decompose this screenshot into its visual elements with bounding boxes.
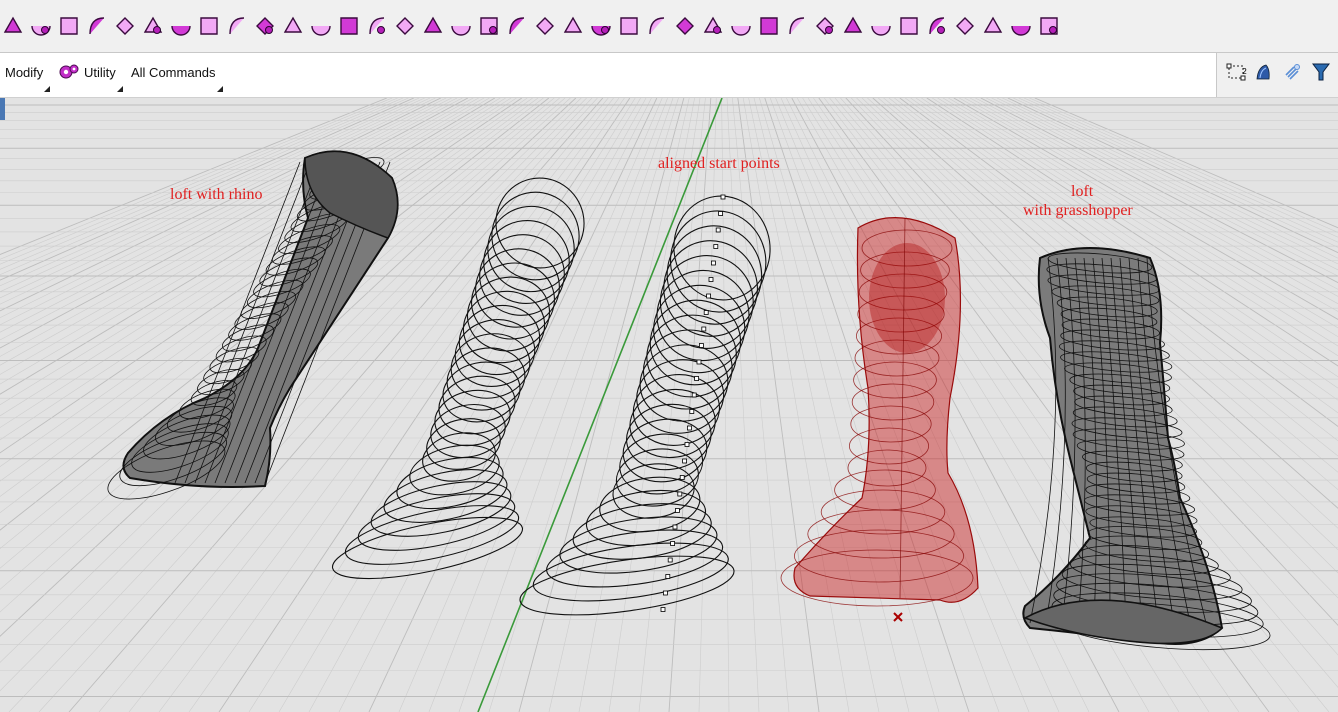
curve-network-icon[interactable] (644, 12, 670, 40)
network-icon[interactable] (504, 12, 530, 40)
tab-modify-caret-icon (44, 86, 51, 92)
label-aligned-start-points: aligned start points (658, 155, 780, 172)
scatter-icon[interactable] (700, 12, 726, 40)
box-icon[interactable] (196, 12, 222, 40)
fillet-icon[interactable] (84, 12, 110, 40)
sweep-icon[interactable] (476, 12, 502, 40)
target-icon[interactable] (784, 12, 810, 40)
start-point-marker[interactable] (689, 409, 695, 414)
plane-icon[interactable] (756, 12, 782, 40)
label-loft-line2: with grasshopper (1023, 202, 1133, 219)
start-point-marker[interactable] (706, 293, 711, 299)
move-icon[interactable] (252, 12, 278, 40)
svg-text:2: 2 (1242, 67, 1247, 76)
start-point-marker[interactable] (703, 310, 709, 315)
split-icon[interactable] (140, 12, 166, 40)
start-point-marker[interactable] (670, 541, 675, 546)
tab-modify-label: Modify (5, 64, 44, 80)
pentagon-icon[interactable] (840, 12, 866, 40)
start-point-marker[interactable] (699, 343, 704, 348)
start-point-marker[interactable] (720, 194, 726, 200)
start-point-marker[interactable] (663, 590, 668, 596)
history-icon[interactable] (1251, 61, 1275, 83)
funnel-icon[interactable] (1309, 61, 1333, 83)
tab-all-commands-label: All Commands (131, 64, 216, 80)
rebuild-surface-icon[interactable] (924, 12, 950, 40)
cross-marker-icon (893, 612, 903, 622)
start-point-marker[interactable] (715, 227, 721, 233)
mirror-icon[interactable] (588, 12, 614, 40)
start-point-marker[interactable] (675, 508, 680, 513)
selection-frame-icon[interactable]: 2 (1225, 61, 1249, 83)
tab-utility[interactable]: Utility (58, 61, 123, 92)
viewport-corner-marker (0, 98, 5, 120)
twist-icon[interactable] (728, 12, 754, 40)
start-point-marker[interactable] (682, 458, 687, 464)
start-point-marker[interactable] (667, 557, 673, 563)
loft-grasshopper-surface[interactable] (1022, 247, 1272, 657)
start-point-marker[interactable] (677, 491, 683, 497)
start-point-marker[interactable] (687, 425, 692, 431)
grid-points-icon[interactable] (616, 12, 642, 40)
start-point-marker[interactable] (679, 475, 685, 480)
dark-box-icon[interactable] (1008, 12, 1034, 40)
flow-icon[interactable] (560, 12, 586, 40)
aligned-section-curves[interactable] (517, 190, 777, 626)
light-icon[interactable] (1281, 61, 1305, 83)
start-point-marker[interactable] (713, 244, 719, 249)
morph-icon[interactable] (896, 12, 922, 40)
tab-utility-label: Utility (84, 64, 116, 80)
grid-icon[interactable] (224, 12, 250, 40)
start-point-marker[interactable] (708, 277, 714, 282)
top-toolbar (0, 0, 1338, 53)
label-loft-line1: loft (1071, 183, 1094, 200)
tab-all-commands-caret-icon (216, 86, 223, 92)
checkbox-icon[interactable] (364, 12, 390, 40)
rebuild-icon[interactable] (28, 12, 54, 40)
cage-icon[interactable] (336, 12, 362, 40)
extend-icon[interactable] (56, 12, 82, 40)
start-point-marker[interactable] (718, 211, 723, 216)
tab-utility-caret-icon (116, 86, 123, 92)
loft-icon[interactable] (0, 12, 26, 40)
gear-icon (58, 62, 80, 82)
tab-modify[interactable]: Modify (5, 61, 51, 92)
start-point-marker[interactable] (672, 524, 678, 530)
cube-icon[interactable] (420, 12, 446, 40)
pink-solid-icon[interactable] (280, 12, 306, 40)
fold-icon[interactable] (672, 12, 698, 40)
scissors-icon[interactable] (980, 12, 1006, 40)
menu-bar: Modify Utility All Commands (0, 53, 1338, 98)
label-loft-with-rhino: loft with rhino (170, 186, 263, 203)
stretch-icon[interactable] (868, 12, 894, 40)
start-point-marker[interactable] (691, 392, 697, 398)
patch-icon[interactable] (952, 12, 978, 40)
cross-mesh-icon[interactable] (448, 12, 474, 40)
rotate-icon[interactable] (308, 12, 334, 40)
mesh-icon[interactable] (392, 12, 418, 40)
arc-icon[interactable] (112, 12, 138, 40)
start-point-marker[interactable] (665, 574, 671, 579)
start-point-marker[interactable] (684, 442, 690, 447)
start-point-marker[interactable] (696, 359, 702, 365)
start-point-marker[interactable] (701, 326, 707, 332)
perspective-viewport[interactable]: loft with rhino aligned start points lof… (0, 98, 1338, 712)
star-icon[interactable] (812, 12, 838, 40)
start-point-marker[interactable] (660, 607, 666, 612)
offset-icon[interactable] (168, 12, 194, 40)
tab-all-commands[interactable]: All Commands (131, 61, 223, 92)
blend-icon[interactable] (532, 12, 558, 40)
gear-icon[interactable] (1036, 12, 1062, 40)
start-point-marker[interactable] (694, 376, 699, 381)
start-point-marker[interactable] (711, 260, 716, 266)
side-toolbar: 2 (1216, 53, 1338, 97)
